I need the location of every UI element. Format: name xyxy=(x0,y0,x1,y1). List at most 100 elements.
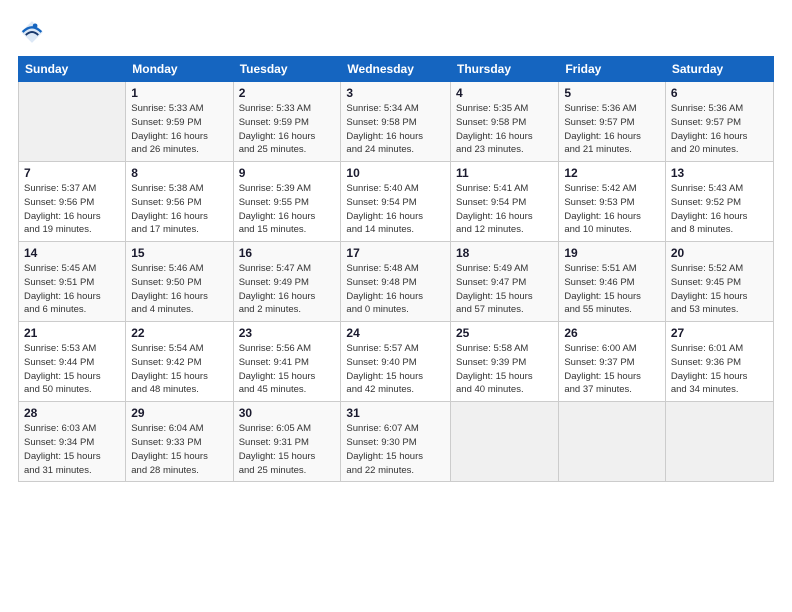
day-number: 8 xyxy=(131,166,227,180)
day-info: Sunrise: 5:48 AM Sunset: 9:48 PM Dayligh… xyxy=(346,262,445,317)
logo xyxy=(18,18,50,46)
calendar-week-row: 14 Sunrise: 5:45 AM Sunset: 9:51 PM Dayli… xyxy=(19,242,774,322)
day-number: 6 xyxy=(671,86,768,100)
day-number: 10 xyxy=(346,166,445,180)
day-info: Sunrise: 5:58 AM Sunset: 9:39 PM Dayligh… xyxy=(456,342,553,397)
day-info: Sunrise: 5:56 AM Sunset: 9:41 PM Dayligh… xyxy=(239,342,336,397)
day-number: 15 xyxy=(131,246,227,260)
calendar-cell: 15 Sunrise: 5:46 AM Sunset: 9:50 PM Dayli… xyxy=(126,242,233,322)
day-number: 4 xyxy=(456,86,553,100)
day-number: 14 xyxy=(24,246,120,260)
day-number: 24 xyxy=(346,326,445,340)
day-number: 1 xyxy=(131,86,227,100)
logo-icon xyxy=(18,18,46,46)
day-number: 7 xyxy=(24,166,120,180)
day-info: Sunrise: 5:51 AM Sunset: 9:46 PM Dayligh… xyxy=(564,262,660,317)
day-info: Sunrise: 5:53 AM Sunset: 9:44 PM Dayligh… xyxy=(24,342,120,397)
day-number: 18 xyxy=(456,246,553,260)
weekday-header: Thursday xyxy=(451,57,559,82)
day-number: 11 xyxy=(456,166,553,180)
header xyxy=(18,18,774,46)
calendar-cell: 23 Sunrise: 5:56 AM Sunset: 9:41 PM Dayli… xyxy=(233,322,341,402)
calendar-cell: 28Sunrise: 6:03 AM Sunset: 9:34 PM Dayli… xyxy=(19,402,126,482)
day-info: Sunrise: 5:35 AM Sunset: 9:58 PM Dayligh… xyxy=(456,102,553,157)
day-info: Sunrise: 5:33 AM Sunset: 9:59 PM Dayligh… xyxy=(239,102,336,157)
day-number: 19 xyxy=(564,246,660,260)
calendar-cell: 19 Sunrise: 5:51 AM Sunset: 9:46 PM Dayli… xyxy=(559,242,666,322)
day-info: Sunrise: 6:04 AM Sunset: 9:33 PM Dayligh… xyxy=(131,422,227,477)
day-number: 25 xyxy=(456,326,553,340)
day-number: 13 xyxy=(671,166,768,180)
weekday-header: Monday xyxy=(126,57,233,82)
day-number: 23 xyxy=(239,326,336,340)
calendar-cell: 5 Sunrise: 5:36 AM Sunset: 9:57 PM Daylig… xyxy=(559,82,666,162)
day-info: Sunrise: 5:36 AM Sunset: 9:57 PM Dayligh… xyxy=(564,102,660,157)
day-number: 31 xyxy=(346,406,445,420)
day-number: 12 xyxy=(564,166,660,180)
calendar-cell: 16 Sunrise: 5:47 AM Sunset: 9:49 PM Dayli… xyxy=(233,242,341,322)
calendar-cell: 27 Sunrise: 6:01 AM Sunset: 9:36 PM Dayli… xyxy=(665,322,773,402)
calendar-cell: 3 Sunrise: 5:34 AM Sunset: 9:58 PM Daylig… xyxy=(341,82,451,162)
day-info: Sunrise: 5:41 AM Sunset: 9:54 PM Dayligh… xyxy=(456,182,553,237)
day-info: Sunrise: 5:57 AM Sunset: 9:40 PM Dayligh… xyxy=(346,342,445,397)
calendar-cell: 20 Sunrise: 5:52 AM Sunset: 9:45 PM Dayli… xyxy=(665,242,773,322)
calendar-cell xyxy=(559,402,666,482)
day-number: 17 xyxy=(346,246,445,260)
day-info: Sunrise: 6:07 AM Sunset: 9:30 PM Dayligh… xyxy=(346,422,445,477)
day-info: Sunrise: 5:37 AM Sunset: 9:56 PM Dayligh… xyxy=(24,182,120,237)
day-info: Sunrise: 5:49 AM Sunset: 9:47 PM Dayligh… xyxy=(456,262,553,317)
day-number: 27 xyxy=(671,326,768,340)
day-info: Sunrise: 6:01 AM Sunset: 9:36 PM Dayligh… xyxy=(671,342,768,397)
weekday-header: Saturday xyxy=(665,57,773,82)
day-info: Sunrise: 5:40 AM Sunset: 9:54 PM Dayligh… xyxy=(346,182,445,237)
calendar-cell: 31 Sunrise: 6:07 AM Sunset: 9:30 PM Dayli… xyxy=(341,402,451,482)
day-number: 3 xyxy=(346,86,445,100)
calendar-week-row: 1 Sunrise: 5:33 AM Sunset: 9:59 PM Daylig… xyxy=(19,82,774,162)
day-number: 22 xyxy=(131,326,227,340)
weekday-header: Friday xyxy=(559,57,666,82)
calendar-cell: 12Sunrise: 5:42 AM Sunset: 9:53 PM Dayli… xyxy=(559,162,666,242)
calendar-cell xyxy=(451,402,559,482)
day-info: Sunrise: 5:54 AM Sunset: 9:42 PM Dayligh… xyxy=(131,342,227,397)
day-info: Sunrise: 5:45 AM Sunset: 9:51 PM Dayligh… xyxy=(24,262,120,317)
calendar-cell: 24 Sunrise: 5:57 AM Sunset: 9:40 PM Dayli… xyxy=(341,322,451,402)
calendar-cell: 17 Sunrise: 5:48 AM Sunset: 9:48 PM Dayli… xyxy=(341,242,451,322)
calendar-cell: 22 Sunrise: 5:54 AM Sunset: 9:42 PM Dayli… xyxy=(126,322,233,402)
day-number: 30 xyxy=(239,406,336,420)
day-info: Sunrise: 5:43 AM Sunset: 9:52 PM Dayligh… xyxy=(671,182,768,237)
calendar-cell: 10 Sunrise: 5:40 AM Sunset: 9:54 PM Dayli… xyxy=(341,162,451,242)
calendar-cell: 13 Sunrise: 5:43 AM Sunset: 9:52 PM Dayli… xyxy=(665,162,773,242)
day-number: 2 xyxy=(239,86,336,100)
day-number: 21 xyxy=(24,326,120,340)
calendar-cell: 14 Sunrise: 5:45 AM Sunset: 9:51 PM Dayli… xyxy=(19,242,126,322)
calendar-cell: 2 Sunrise: 5:33 AM Sunset: 9:59 PM Daylig… xyxy=(233,82,341,162)
calendar-week-row: 21 Sunrise: 5:53 AM Sunset: 9:44 PM Dayli… xyxy=(19,322,774,402)
calendar-cell: 7 Sunrise: 5:37 AM Sunset: 9:56 PM Daylig… xyxy=(19,162,126,242)
day-number: 5 xyxy=(564,86,660,100)
calendar-cell: 29Sunrise: 6:04 AM Sunset: 9:33 PM Dayli… xyxy=(126,402,233,482)
day-info: Sunrise: 6:03 AM Sunset: 9:34 PM Dayligh… xyxy=(24,422,120,477)
day-info: Sunrise: 5:36 AM Sunset: 9:57 PM Dayligh… xyxy=(671,102,768,157)
day-number: 9 xyxy=(239,166,336,180)
calendar-cell: 8Sunrise: 5:38 AM Sunset: 9:56 PM Daylig… xyxy=(126,162,233,242)
calendar-cell: 26Sunrise: 6:00 AM Sunset: 9:37 PM Dayli… xyxy=(559,322,666,402)
day-info: Sunrise: 6:00 AM Sunset: 9:37 PM Dayligh… xyxy=(564,342,660,397)
weekday-header: Sunday xyxy=(19,57,126,82)
calendar-cell xyxy=(665,402,773,482)
day-number: 20 xyxy=(671,246,768,260)
calendar-cell: 6 Sunrise: 5:36 AM Sunset: 9:57 PM Daylig… xyxy=(665,82,773,162)
calendar-cell: 18 Sunrise: 5:49 AM Sunset: 9:47 PM Dayli… xyxy=(451,242,559,322)
calendar-cell: 4 Sunrise: 5:35 AM Sunset: 9:58 PM Daylig… xyxy=(451,82,559,162)
day-info: Sunrise: 5:47 AM Sunset: 9:49 PM Dayligh… xyxy=(239,262,336,317)
day-info: Sunrise: 5:52 AM Sunset: 9:45 PM Dayligh… xyxy=(671,262,768,317)
day-info: Sunrise: 5:34 AM Sunset: 9:58 PM Dayligh… xyxy=(346,102,445,157)
calendar-cell: 30 Sunrise: 6:05 AM Sunset: 9:31 PM Dayli… xyxy=(233,402,341,482)
day-info: Sunrise: 6:05 AM Sunset: 9:31 PM Dayligh… xyxy=(239,422,336,477)
day-info: Sunrise: 5:46 AM Sunset: 9:50 PM Dayligh… xyxy=(131,262,227,317)
calendar-week-row: 28Sunrise: 6:03 AM Sunset: 9:34 PM Dayli… xyxy=(19,402,774,482)
day-info: Sunrise: 5:33 AM Sunset: 9:59 PM Dayligh… xyxy=(131,102,227,157)
calendar-table: SundayMondayTuesdayWednesdayThursdayFrid… xyxy=(18,56,774,482)
day-number: 16 xyxy=(239,246,336,260)
day-info: Sunrise: 5:39 AM Sunset: 9:55 PM Dayligh… xyxy=(239,182,336,237)
weekday-header: Tuesday xyxy=(233,57,341,82)
